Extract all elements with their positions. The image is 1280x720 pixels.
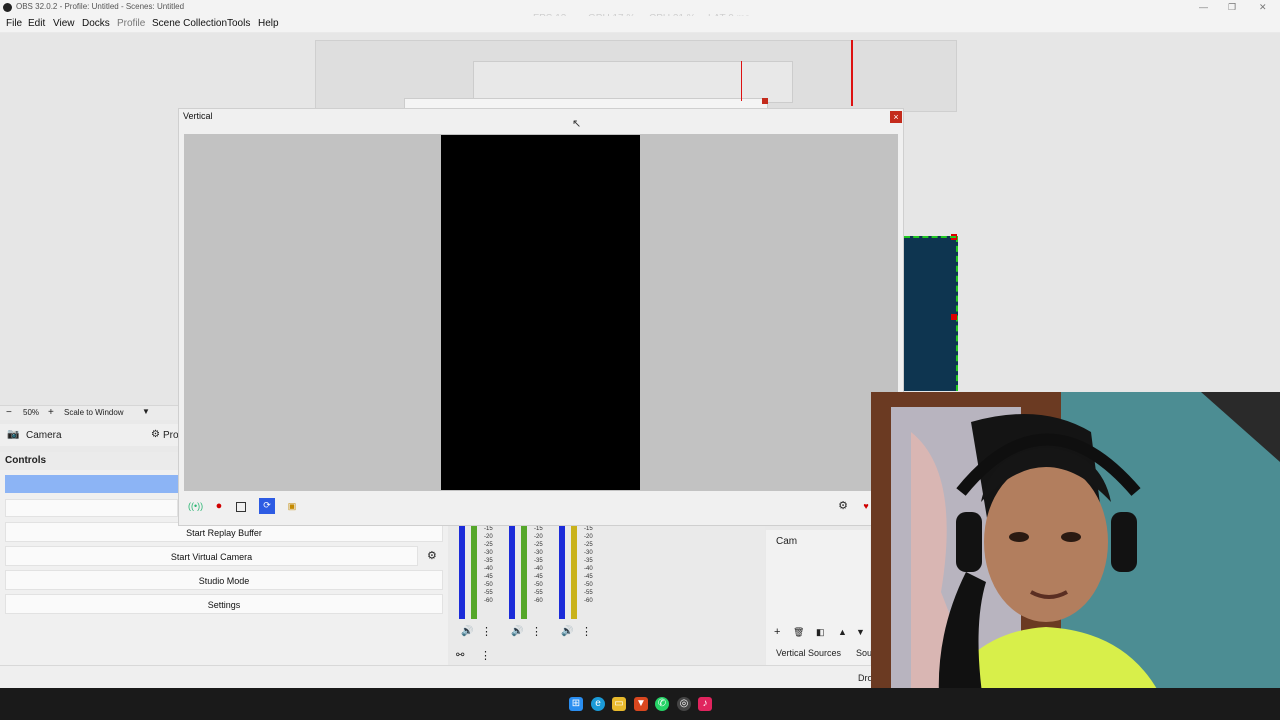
volume-meter <box>559 525 565 619</box>
move-up-icon[interactable]: ▲ <box>838 627 847 637</box>
volume-meter <box>571 525 577 619</box>
recursive-preview <box>315 40 957 112</box>
more-options-icon[interactable]: ⋮ <box>481 625 492 638</box>
selected-source-bar: 📷 Camera ⚙ Prop <box>0 424 184 446</box>
stream-icon[interactable]: ((•)) <box>188 499 203 513</box>
webcam-overlay <box>871 392 1280 720</box>
meter-scale: -15 -20 -25 -30 -35 -40 -45 -50 -55 -60 <box>534 526 543 604</box>
window-titlebar: OBS 32.0.2 - Profile: Untitled - Scenes:… <box>0 0 1280 16</box>
close-window-button[interactable]: ✕ <box>1259 2 1267 13</box>
more-options-icon[interactable]: ⋮ <box>480 649 491 662</box>
resize-handle[interactable] <box>951 314 957 320</box>
virtual-camera-icon[interactable]: ▣ <box>285 499 299 513</box>
restore-button[interactable]: ❐ <box>1228 2 1236 13</box>
menu-help[interactable]: Help <box>258 18 279 29</box>
tab-sources[interactable]: Sou <box>856 648 872 658</box>
zoom-in-button[interactable]: + <box>48 407 54 418</box>
preview-zoom-bar: − 50% + Scale to Window ▼ <box>0 405 180 420</box>
selected-source-name: Camera <box>26 430 62 441</box>
whatsapp-icon[interactable]: ✆ <box>655 697 669 711</box>
tiktok-studio-icon[interactable]: ♪ <box>698 697 712 711</box>
link-icon[interactable]: ⚯ <box>456 650 464 661</box>
menu-bar: File Edit View Docks Profile Scene Colle… <box>0 16 1280 32</box>
controls-dock-header: Controls <box>0 452 178 470</box>
camera-icon: 📷 <box>7 429 20 440</box>
source-item-cam[interactable]: Cam <box>776 536 797 547</box>
speaker-icon[interactable]: 🔊 <box>461 626 473 637</box>
studio-mode-button[interactable]: Studio Mode <box>5 570 443 590</box>
start-streaming-button[interactable] <box>5 475 178 493</box>
move-down-icon[interactable]: ▼ <box>856 627 865 637</box>
replay-icon[interactable]: ⟳ <box>259 498 275 514</box>
obs-logo-icon <box>3 3 12 12</box>
folder-icon[interactable]: ▭ <box>612 697 626 711</box>
tab-vertical-sources[interactable]: Vertical Sources <box>776 648 841 658</box>
menu-file[interactable]: File <box>6 18 22 29</box>
close-icon[interactable]: × <box>890 111 902 123</box>
start-virtual-camera-button[interactable]: Start Virtual Camera <box>5 546 418 566</box>
edge-browser-icon[interactable]: e <box>591 697 605 711</box>
meter-scale: -15 -20 -25 -30 -35 -40 -45 -50 -55 -60 <box>584 526 593 604</box>
audio-mixer <box>450 520 765 665</box>
more-options-icon[interactable]: ⋮ <box>581 625 592 638</box>
filter-icon[interactable]: ◧ <box>816 627 825 638</box>
gear-icon[interactable]: ⚙ <box>836 499 850 513</box>
gear-icon[interactable]: ⚙ <box>427 549 437 562</box>
menu-profile[interactable]: Profile <box>117 18 145 29</box>
menu-tools[interactable]: Tools <box>227 18 250 29</box>
volume-meter <box>509 525 515 619</box>
bounding-box-edge <box>851 40 853 106</box>
record-icon[interactable]: ● <box>212 499 226 513</box>
zoom-out-button[interactable]: − <box>6 407 12 418</box>
camera-source-in-preview[interactable] <box>904 234 958 391</box>
gear-icon[interactable]: ⚙ <box>151 429 160 440</box>
menu-view[interactable]: View <box>53 18 75 29</box>
controls-title: Controls <box>5 455 47 466</box>
webcam-image <box>871 392 1280 720</box>
menu-edit[interactable]: Edit <box>28 18 45 29</box>
obs-taskbar-icon[interactable]: ◎ <box>677 697 691 711</box>
vertical-canvas-frame <box>441 135 640 490</box>
mouse-cursor-icon: ↖ <box>572 118 582 130</box>
brave-browser-icon[interactable]: ▼ <box>634 697 648 711</box>
more-options-icon[interactable]: ⋮ <box>531 625 542 638</box>
volume-meter <box>471 525 477 619</box>
speaker-icon[interactable]: 🔊 <box>561 626 573 637</box>
trash-icon[interactable]: 🗑 <box>793 627 804 638</box>
window-title: OBS 32.0.2 - Profile: Untitled - Scenes:… <box>16 2 185 11</box>
volume-meter <box>521 525 527 619</box>
menu-scene-collection[interactable]: Scene Collection <box>152 18 227 29</box>
projector-title: Vertical <box>183 111 213 121</box>
settings-button[interactable]: Settings <box>5 594 443 614</box>
volume-meter <box>459 525 465 619</box>
zoom-level: 50% <box>23 408 40 417</box>
scale-mode-select[interactable]: Scale to Window <box>64 408 124 417</box>
start-recording-button[interactable] <box>5 499 178 517</box>
menu-docks[interactable]: Docks <box>82 18 110 29</box>
minimize-button[interactable]: — <box>1199 2 1208 12</box>
speaker-icon[interactable]: 🔊 <box>511 626 523 637</box>
chevron-down-icon[interactable]: ▼ <box>142 407 150 416</box>
windows-start-icon[interactable]: ⊞ <box>569 697 583 711</box>
add-source-button[interactable]: + <box>774 626 780 638</box>
meter-scale: -15 -20 -25 -30 -35 -40 -45 -50 -55 -60 <box>484 526 493 604</box>
stop-icon[interactable] <box>236 502 246 512</box>
vertical-sources-dock: Cam + 🗑 ◧ ▲ ▼ Vertical Sources Sou <box>766 530 872 665</box>
